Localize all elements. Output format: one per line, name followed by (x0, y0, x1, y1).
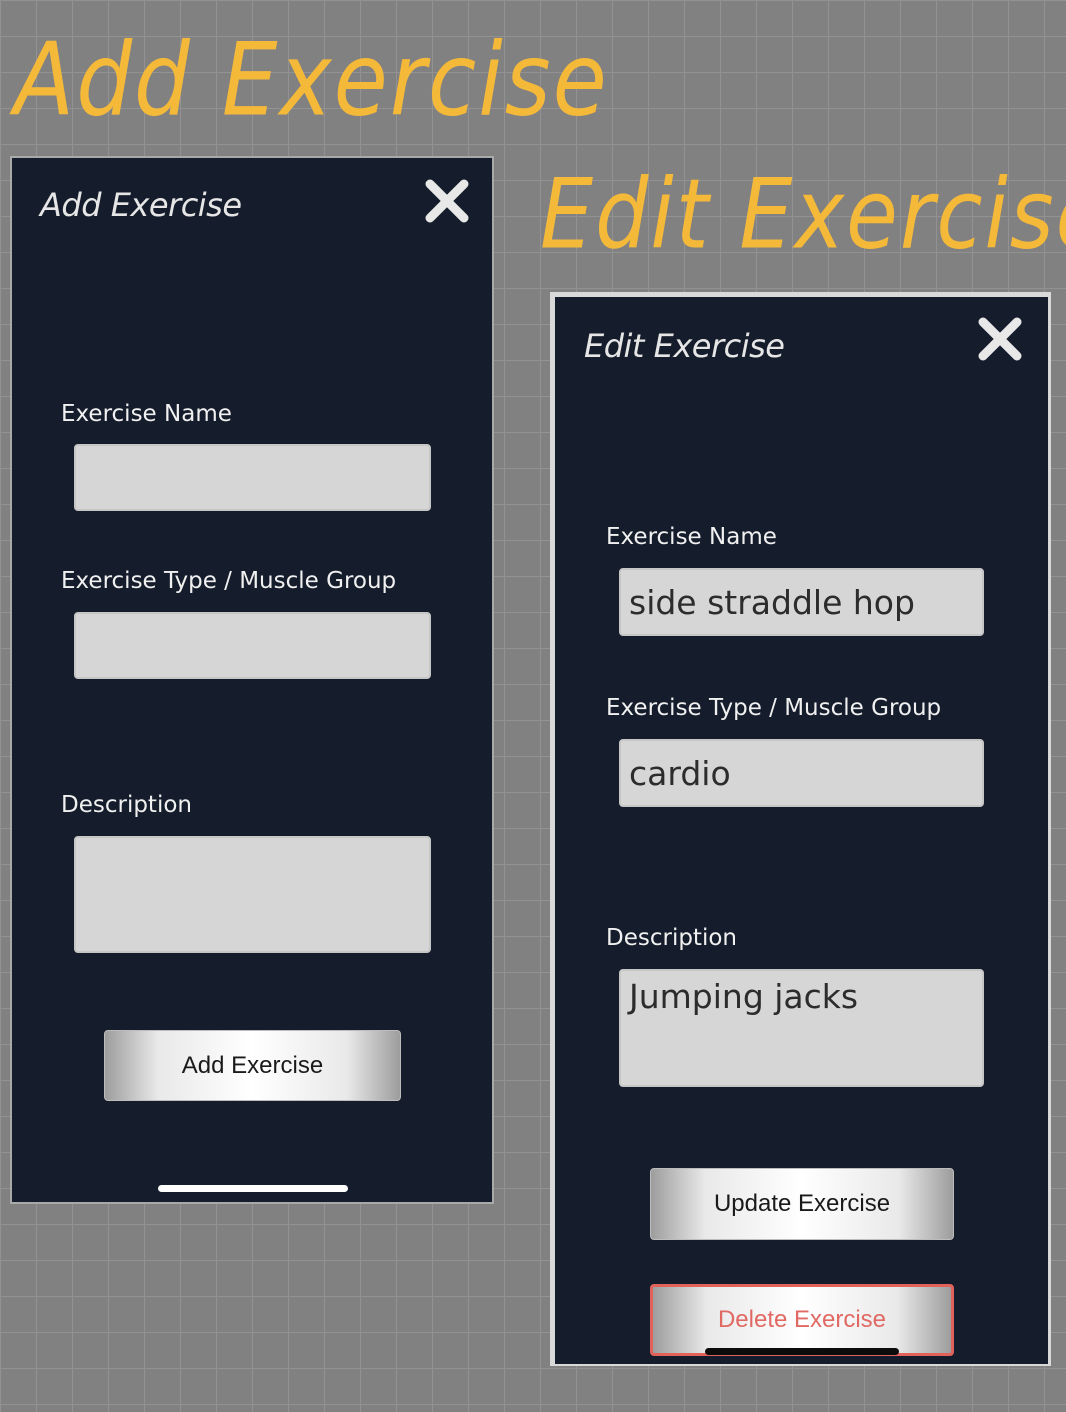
add-exercise-type-label: Exercise Type / Muscle Group (61, 568, 397, 594)
add-exercise-button-label: Add Exercise (181, 1051, 324, 1079)
add-exercise-button[interactable]: Add Exercise (104, 1030, 401, 1101)
home-indicator (705, 1348, 899, 1355)
edit-exercise-type-label: Exercise Type / Muscle Group (606, 695, 942, 721)
update-exercise-button[interactable]: Update Exercise (650, 1168, 954, 1240)
add-exercise-title: Add Exercise (40, 186, 242, 224)
add-description-label: Description (61, 792, 192, 818)
edit-exercise-name-label: Exercise Name (606, 524, 777, 550)
add-exercise-type-input[interactable] (74, 612, 431, 679)
add-exercise-annotation: Add Exercise (14, 20, 609, 139)
close-icon (425, 179, 469, 223)
delete-exercise-button-label: Delete Exercise (717, 1306, 887, 1333)
edit-exercise-type-input[interactable] (619, 739, 984, 807)
add-exercise-name-label: Exercise Name (61, 401, 232, 427)
delete-exercise-button[interactable]: Delete Exercise (650, 1284, 954, 1356)
home-indicator (158, 1185, 348, 1192)
add-exercise-name-input[interactable] (74, 444, 431, 511)
update-exercise-button-label: Update Exercise (713, 1190, 891, 1217)
edit-close-button[interactable] (973, 312, 1027, 366)
edit-description-label: Description (606, 925, 737, 951)
edit-description-input[interactable]: Jumping jacks (619, 969, 984, 1087)
edit-exercise-screen: Edit Exercise Exercise Name Exercise Typ… (550, 292, 1051, 1366)
add-description-input[interactable] (74, 836, 431, 953)
add-close-button[interactable] (420, 174, 474, 228)
close-icon (978, 317, 1022, 361)
edit-exercise-name-input[interactable] (619, 568, 984, 636)
edit-exercise-annotation: Edit Exercise (540, 158, 1066, 271)
add-exercise-screen: Add Exercise Exercise Name Exercise Type… (10, 156, 494, 1204)
edit-exercise-title: Edit Exercise (584, 327, 785, 365)
